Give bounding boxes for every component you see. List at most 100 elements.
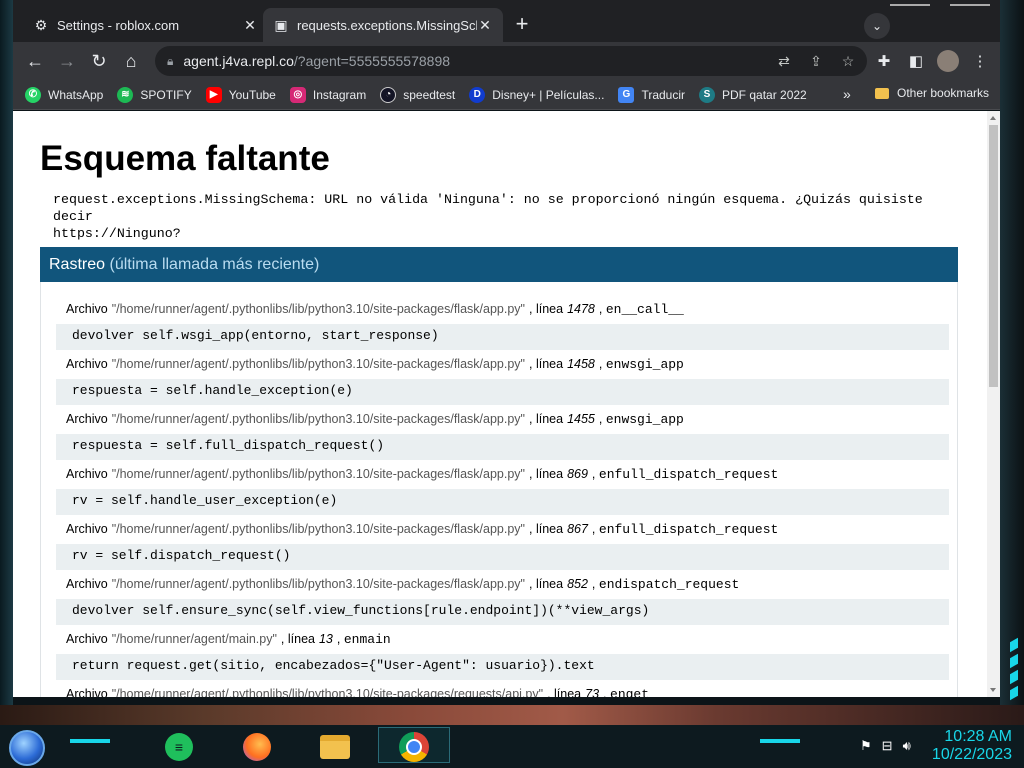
frame-location: Archivo "/home/runner/agent/.pythonlibs/l… (66, 412, 947, 430)
other-bookmarks-folder[interactable]: Other bookmarks (875, 86, 989, 100)
translate-icon: G (618, 86, 635, 103)
bookmark-youtube[interactable]: ▶ YouTube (205, 86, 276, 103)
line-word: línea (535, 357, 564, 371)
page-title: Esquema faltante (40, 139, 330, 178)
clock-time: 10:28 AM (944, 728, 1012, 745)
frame-line-number: 852 (567, 577, 588, 591)
frame-location: Archivo "/home/runner/agent/.pythonlibs/l… (66, 467, 947, 485)
bookmark-spotify[interactable]: ≋ SPOTIFY (117, 86, 192, 103)
tab-title: Settings - roblox.com (57, 17, 180, 33)
frame-separator: , (547, 687, 551, 697)
bookmark-label: Disney+ | Películas... (492, 87, 605, 102)
bookmark-instagram[interactable]: ◎ Instagram (289, 86, 366, 103)
share-icon[interactable]: ⇪ (807, 52, 825, 70)
bookmark-whatsapp[interactable]: ✆ WhatsApp (25, 86, 103, 103)
frame-function: enwsgi_app (605, 412, 684, 427)
taskbar-clock[interactable]: 10:28 AM 10/22/2023 (932, 728, 1012, 764)
bookmark-label: Traducir (641, 87, 686, 102)
frame-line-number: 867 (567, 522, 588, 536)
scribd-icon: S (699, 86, 716, 103)
traceback-title: Rastreo (49, 256, 106, 273)
frame-file-path: "/home/runner/agent/.pythonlibs/lib/pyth… (111, 412, 525, 426)
gear-icon: ⚙ (34, 16, 48, 33)
bookmarks-bar: ✆ WhatsApp ≋ SPOTIFY ▶ YouTube ◎ Instagram ◔… (13, 80, 1000, 110)
url-path: /?agent=5555555578898 (293, 53, 451, 69)
reload-button[interactable]: ↻ (87, 49, 111, 73)
file-word: Archivo (66, 577, 108, 591)
frame-file-path: "/home/runner/agent/.pythonlibs/lib/pyth… (111, 687, 544, 697)
bookmark-speedtest[interactable]: ◔ speedtest (380, 86, 455, 103)
close-icon[interactable]: ✕ (242, 17, 258, 33)
browser-chrome: ⚙ Settings - roblox.com ✕ ▣ requests.exc… (13, 0, 1000, 110)
frame-code-line: respuesta = self.full_dispatch_request() (56, 434, 949, 460)
avatar[interactable] (937, 50, 959, 72)
network-icon[interactable]: ⊟ (882, 738, 893, 754)
frame-file-path: "/home/runner/agent/.pythonlibs/lib/pyth… (111, 302, 525, 316)
new-tab-button[interactable]: + (510, 13, 534, 37)
frame-line-number: 13 (318, 632, 333, 646)
scroll-down-arrow-icon[interactable] (990, 688, 996, 692)
bookmark-label: YouTube (228, 87, 276, 102)
bookmark-star-icon[interactable]: ☆ (839, 52, 857, 70)
frame-line-number: 1455 (567, 412, 595, 426)
extensions-icon[interactable]: ✚ (873, 50, 895, 72)
bookmarks-overflow-chevron-icon[interactable]: » (843, 86, 851, 102)
close-icon[interactable]: ✕ (477, 17, 493, 33)
frame-function: endispatch_request (598, 577, 740, 592)
bookmark-label: PDF qatar 2022 (722, 87, 807, 102)
line-word: línea (535, 522, 564, 536)
frame-line-number: 73 (585, 687, 600, 697)
address-bar[interactable]: 🔒︎ agent.j4va.repl.co /?agent=5555555578… (155, 46, 867, 76)
back-button[interactable]: ← (23, 49, 47, 73)
flag-icon[interactable]: ⚑ (860, 738, 872, 754)
bookmark-disney[interactable]: D Disney+ | Películas... (469, 86, 605, 103)
traceback-frame: Archivo "/home/runner/agent/.pythonlibs/l… (56, 577, 949, 625)
file-explorer-icon[interactable] (318, 731, 352, 763)
terminal-icon: ▣ (274, 16, 288, 33)
scrollbar-thumb[interactable] (989, 125, 998, 387)
whatsapp-icon: ✆ (25, 86, 41, 103)
frame-code-line: rv = self.dispatch_request() (56, 544, 949, 570)
home-button[interactable]: ⌂ (119, 49, 143, 73)
other-bookmarks-label: Other bookmarks (897, 86, 990, 100)
bookmark-pdf-qatar[interactable]: S PDF qatar 2022 (699, 86, 807, 103)
tab-search-button[interactable]: ⌄ (864, 13, 890, 39)
file-word: Archivo (66, 632, 108, 646)
frame-separator: , (528, 577, 533, 591)
browser-toolbar: ← → ↻ ⌂ 🔒︎ agent.j4va.repl.co /?agent=55… (13, 42, 1000, 80)
frame-separator: , (598, 357, 603, 371)
lock-icon[interactable]: 🔒︎ (167, 54, 173, 69)
frame-code-line: rv = self.handle_user_exception(e) (56, 489, 949, 515)
tab-missing-schema[interactable]: ▣ requests.exceptions.MissingSchema ✕ (263, 8, 503, 42)
start-orb-icon[interactable] (9, 730, 45, 766)
scroll-up-arrow-icon[interactable] (990, 116, 996, 120)
window-border-right (1000, 0, 1024, 705)
menu-kebab-icon[interactable]: ⋮ (969, 50, 991, 72)
frame-code-line: return request.get(sitio, encabezados={"… (56, 654, 949, 680)
taskbar-accent (760, 739, 800, 743)
chrome-icon[interactable] (397, 731, 431, 763)
forward-button[interactable]: → (55, 49, 79, 73)
line-word: línea (535, 412, 564, 426)
line-word: línea (535, 467, 564, 481)
frame-function: enget (610, 687, 650, 697)
clock-date: 10/22/2023 (931, 746, 1012, 763)
page-scrollbar[interactable] (987, 111, 1000, 697)
notes-icon[interactable]: ≡ (162, 731, 196, 763)
frame-separator: , (528, 467, 533, 481)
frame-function: enwsgi_app (605, 357, 684, 372)
traceback-frame: Archivo "/home/runner/agent/.pythonlibs/l… (56, 412, 949, 460)
volume-icon[interactable]: 🔊︎ (903, 738, 911, 754)
frame-file-path: "/home/runner/agent/.pythonlibs/lib/pyth… (111, 577, 525, 591)
traceback-frame: Archivo "/home/runner/agent/main.py", lín… (56, 632, 949, 680)
bookmark-label: SPOTIFY (140, 87, 192, 102)
youtube-icon: ▶ (205, 86, 222, 103)
bookmark-traducir[interactable]: G Traducir (618, 86, 686, 103)
translate-icon[interactable]: ⇄ (775, 52, 793, 70)
firefox-icon[interactable] (240, 731, 274, 763)
file-word: Archivo (66, 357, 108, 371)
tab-settings[interactable]: ⚙ Settings - roblox.com ✕ (23, 8, 268, 42)
side-panel-icon[interactable]: ◧ (905, 50, 927, 72)
frame-file-path: "/home/runner/agent/main.py" (111, 632, 277, 646)
frame-separator: , (591, 577, 596, 591)
